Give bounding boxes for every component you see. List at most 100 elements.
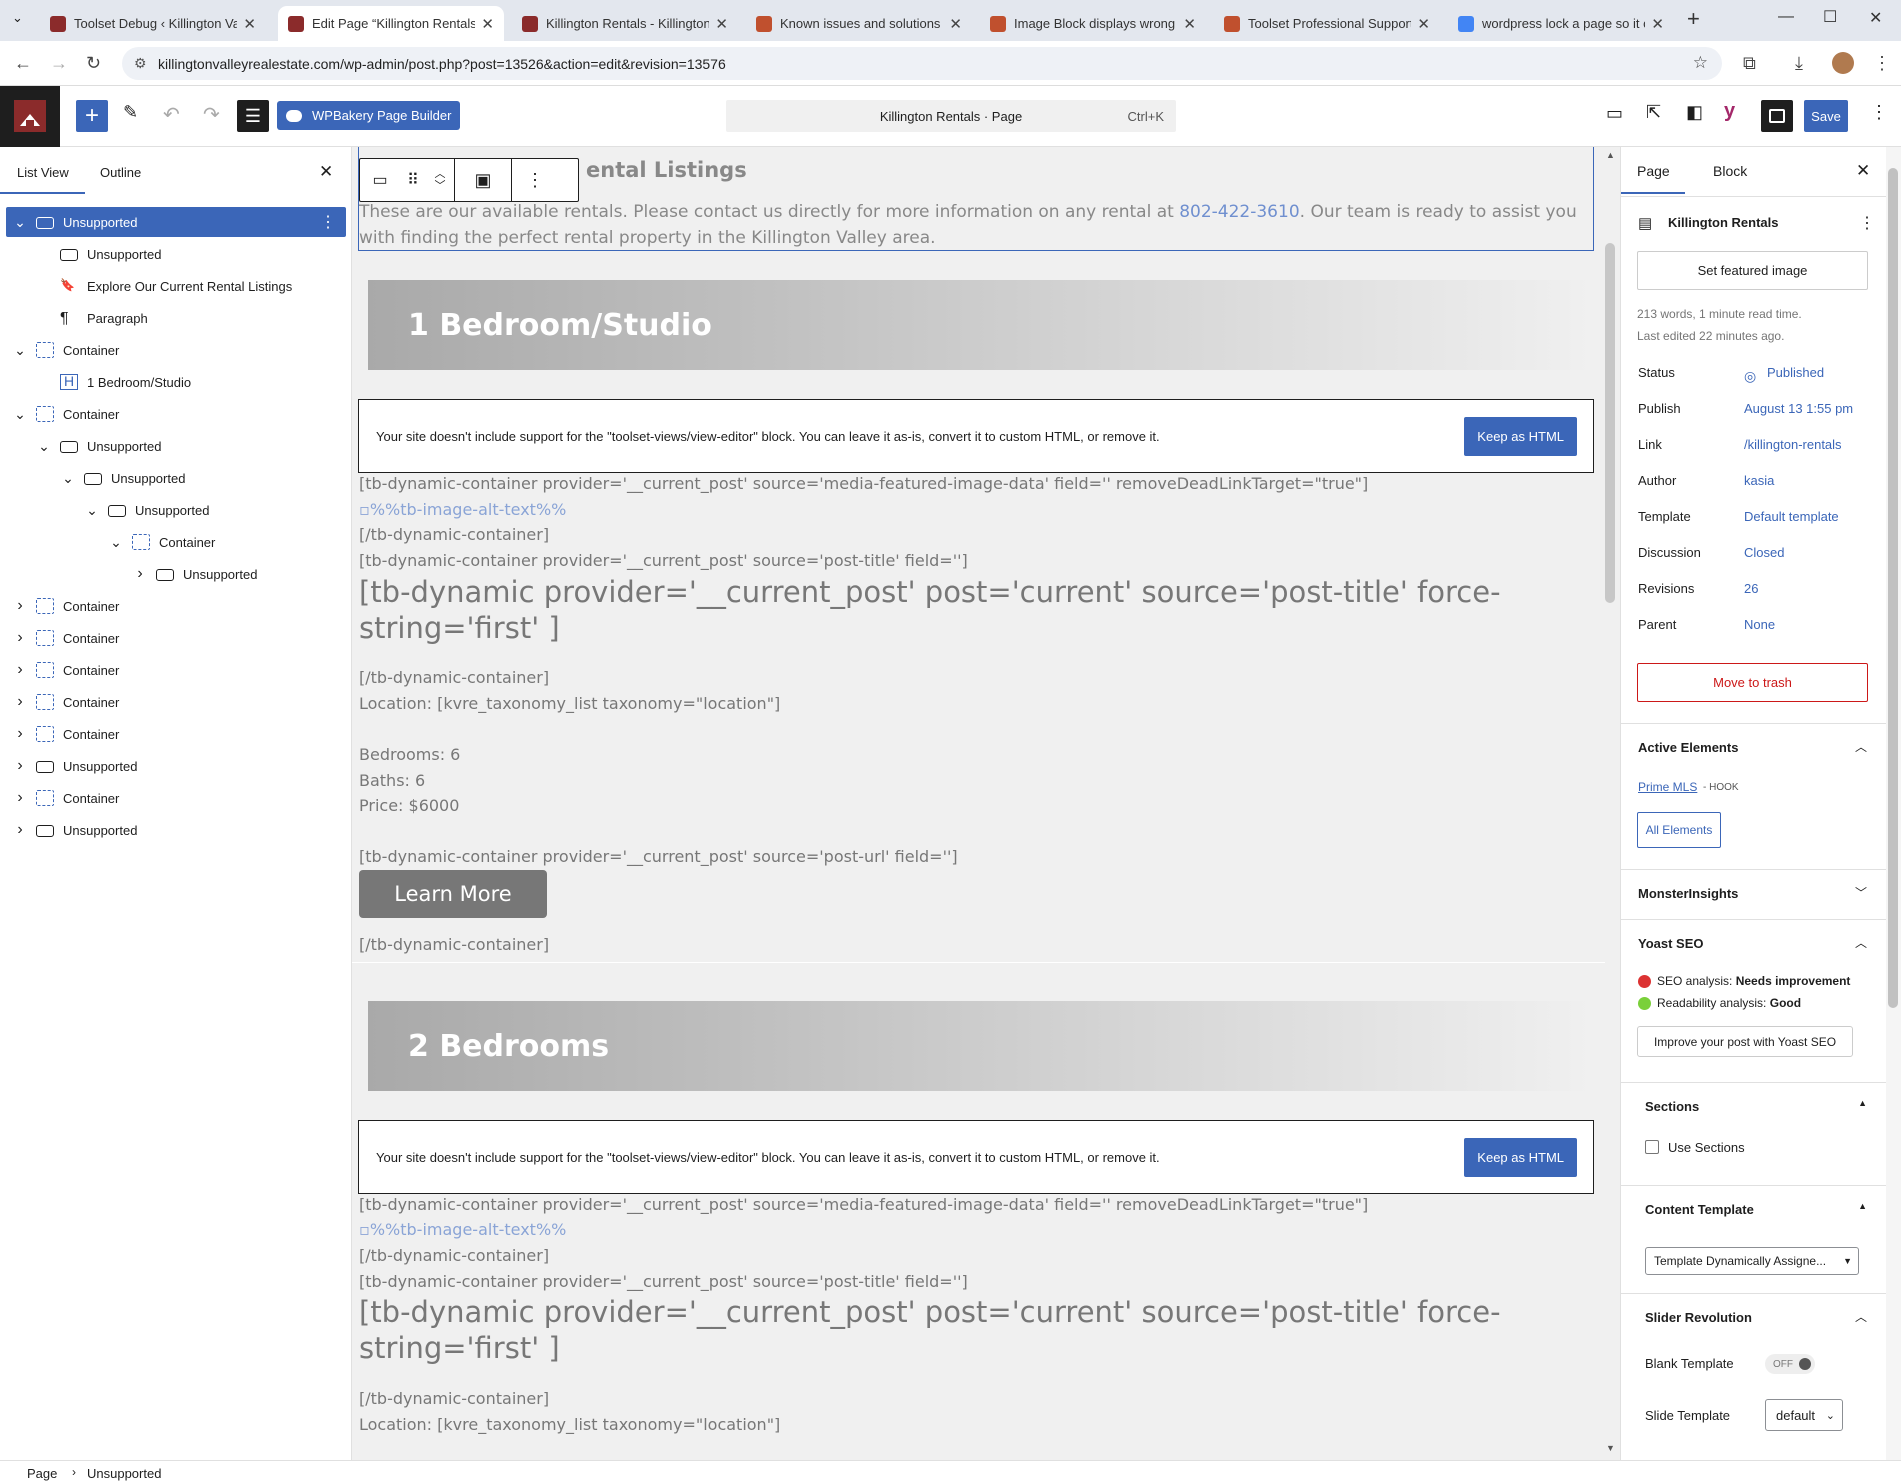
extensions-icon[interactable]: ⧉ [1743,53,1756,74]
chevron-down-icon[interactable]: ⌄ [12,214,28,231]
breadcrumb-page[interactable]: Page [27,1466,57,1481]
location-shortcode[interactable]: Location: [kvre_taxonomy_list taxonomy="… [359,1415,780,1434]
browser-menu-icon[interactable]: ⋮ [1873,53,1891,74]
toolset-icon[interactable]: ◧ [1686,102,1703,123]
close-tab-icon[interactable]: ✕ [1651,15,1664,33]
options-menu-icon[interactable]: ⋮ [1870,102,1888,123]
section-heading-1[interactable]: 1 Bedroom/Studio [368,280,1594,370]
shortcode-close[interactable]: [/tb-dynamic-container] [359,1389,549,1408]
download-icon[interactable]: ⤓ [1795,53,1803,74]
chevron-right-icon[interactable]: › [12,821,28,839]
tools-pencil-icon[interactable]: ✎ [123,102,138,123]
tree-item[interactable]: H 1 Bedroom/Studio [6,367,346,397]
undo-icon[interactable]: ↶ [163,102,180,127]
maximize-icon[interactable]: ☐ [1823,7,1837,27]
close-tab-icon[interactable]: ✕ [481,15,494,33]
chevron-up-icon[interactable]: ︿ [1855,738,1867,755]
set-featured-image-button[interactable]: Set featured image [1637,251,1868,290]
site-logo[interactable] [0,86,60,147]
profile-avatar[interactable] [1832,52,1854,74]
new-tab-icon[interactable]: + [1687,6,1700,32]
keep-as-html-button[interactable]: Keep as HTML [1464,417,1577,456]
tab-page[interactable]: Page [1637,163,1670,179]
slide-template-select[interactable]: default ⌄ [1765,1399,1843,1431]
tree-item[interactable]: › Unsupported [6,559,346,589]
redo-icon[interactable]: ↷ [203,102,220,127]
tree-item[interactable]: › Container [6,591,346,621]
convert-icon[interactable]: ▣ [455,170,511,191]
bedrooms-text[interactable]: Bedrooms: 6 [359,745,460,764]
tree-item[interactable]: ¶ Paragraph [6,303,346,333]
chevron-right-icon[interactable]: › [12,693,28,711]
close-sidebar-icon[interactable]: ✕ [1856,161,1870,181]
tree-item[interactable]: ⌄ Unsupported [6,495,346,525]
monsterinsights-title[interactable]: MonsterInsights [1638,886,1738,901]
broken-image[interactable]: ▫%%tb-image-alt-text%% [359,1220,566,1239]
browser-tab[interactable]: Known issues and solutions - T ✕ [746,6,972,41]
dynamic-title-shortcode[interactable]: [tb-dynamic provider='__current_post' po… [359,574,1599,646]
browser-tab[interactable]: wordpress lock a page so it ca ✕ [1448,6,1674,41]
section-heading-2[interactable]: 2 Bedrooms [368,1001,1594,1091]
tab-block[interactable]: Block [1713,163,1747,179]
browser-tab[interactable]: Edit Page “Killington Rentals” ‹ ✕ [278,6,504,41]
chevron-down-icon[interactable]: ⌄ [60,470,76,487]
triangle-up-icon[interactable]: ▲ [1858,1098,1867,1108]
add-block-button[interactable]: + [76,100,108,132]
tree-item[interactable]: › Unsupported [6,751,346,781]
document-overview-button[interactable]: ☰ [237,100,269,132]
field-value[interactable]: kasia [1744,473,1774,488]
url-field[interactable]: ⚙ killingtonvalleyrealestate.com/wp-admi… [122,47,1722,80]
sidebar-scroll-thumb[interactable] [1888,168,1898,1008]
tree-item[interactable]: ⌄ Unsupported [6,463,346,493]
field-value[interactable]: 26 [1744,581,1758,596]
tree-item[interactable]: › Container [6,687,346,717]
phone-link[interactable]: 802-422-3610 [1179,202,1299,222]
close-tab-icon[interactable]: ✕ [1183,15,1196,33]
shortcode-image-open[interactable]: [tb-dynamic-container provider='__curren… [359,474,1368,493]
close-window-icon[interactable]: ✕ [1869,8,1882,28]
shortcode-close[interactable]: [/tb-dynamic-container] [359,935,549,954]
field-value[interactable]: Default template [1744,509,1839,524]
tree-item[interactable]: › Unsupported [6,815,346,845]
tree-item[interactable]: ⌄ Container [6,399,346,429]
chevron-right-icon[interactable]: › [12,661,28,679]
use-sections-checkbox[interactable] [1645,1140,1659,1154]
content-template-title[interactable]: Content Template [1645,1202,1754,1217]
tree-item[interactable]: › Container [6,623,346,653]
forward-icon[interactable]: → [50,53,68,74]
page-actions-icon[interactable]: ⋮ [1859,213,1875,233]
close-panel-icon[interactable]: ✕ [319,162,333,182]
scroll-down-icon[interactable]: ▼ [1606,1443,1615,1453]
wpbakery-button[interactable]: WPBakery Page Builder [277,101,461,130]
tree-item[interactable]: › Container [6,783,346,813]
improve-with-yoast-button[interactable]: Improve your post with Yoast SEO [1637,1026,1853,1057]
canvas-scroll-thumb[interactable] [1605,243,1615,603]
chevron-down-icon[interactable]: ⌄ [108,534,124,551]
move-up-down-icon[interactable]: ︿ ﹀ [426,168,454,192]
close-tab-icon[interactable]: ✕ [715,15,728,33]
content-template-select[interactable]: Template Dynamically Assigne... ▼ [1645,1247,1859,1275]
chevron-up-icon[interactable]: ︿ [1855,934,1867,951]
minimize-icon[interactable]: — [1778,8,1794,26]
rental-listings-heading[interactable]: ental Listings [586,158,747,182]
tree-item[interactable]: Unsupported [6,239,346,269]
sections-title[interactable]: Sections [1645,1099,1699,1114]
reload-icon[interactable]: ↻ [86,53,101,74]
breadcrumb-unsupported[interactable]: Unsupported [87,1466,161,1481]
item-options-icon[interactable]: ⋮ [320,212,336,232]
view-page-icon[interactable]: ⇱ [1646,102,1661,123]
chevron-down-icon[interactable]: ﹀ [1855,884,1867,901]
save-button[interactable]: Save [1804,100,1848,132]
browser-tab[interactable]: Killington Rentals - Killington V ✕ [512,6,738,41]
chevron-down-icon[interactable]: ⌄ [36,438,52,455]
chevron-right-icon[interactable]: › [12,629,28,647]
browser-tab[interactable]: Toolset Professional Support - ✕ [1214,6,1440,41]
chevron-right-icon[interactable]: › [12,597,28,615]
chevron-down-icon[interactable]: ⌄ [12,406,28,423]
tab-search-icon[interactable]: ⌄ [12,10,23,26]
shortcode-close[interactable]: [/tb-dynamic-container] [359,668,549,687]
bookmark-star-icon[interactable]: ☆ [1693,53,1708,73]
close-tab-icon[interactable]: ✕ [1417,15,1430,33]
tree-item[interactable]: › Container [6,719,346,749]
group-block-icon[interactable]: ▭ [360,170,400,190]
